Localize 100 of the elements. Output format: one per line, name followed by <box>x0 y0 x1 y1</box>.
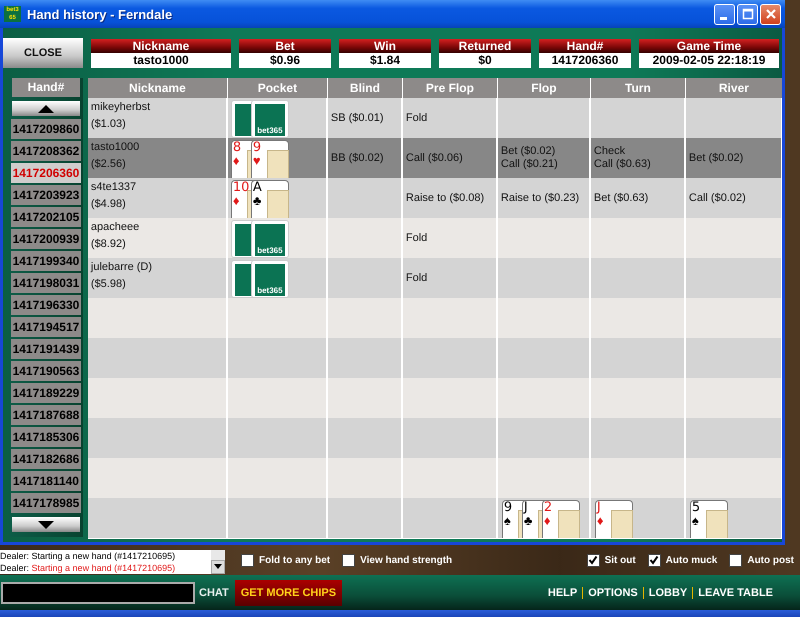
summary-value: 2009-02-05 22:18:19 <box>639 52 779 68</box>
card-back: bet365 <box>250 100 289 138</box>
card-rank: 2 <box>544 501 552 514</box>
triangle-down-icon <box>38 520 54 528</box>
summary-label: Game Time <box>639 38 779 52</box>
checkbox-option[interactable]: Auto muck <box>648 554 718 566</box>
minimize-icon <box>720 16 726 20</box>
player-name: julebarre (D) <box>90 261 154 274</box>
card-rank: 5 <box>692 501 700 514</box>
table-row[interactable]: julebarre (D) ($5.98) bet365 Fold <box>88 258 782 298</box>
hand-list-item[interactable]: 1417206360 <box>11 163 81 183</box>
summary-value: $0.96 <box>239 52 331 68</box>
card-suit: ♦ <box>232 154 240 168</box>
hand-list-item[interactable]: 1417194517 <box>11 317 81 337</box>
summary-label: Hand# <box>539 38 631 52</box>
table-cell-text: Fold <box>406 232 428 244</box>
summary-value: $1.84 <box>339 52 431 68</box>
table-cell-text: Raise to ($0.23) <box>500 192 580 204</box>
hand-list-item[interactable]: 1417202105 <box>11 207 81 227</box>
card-rank: 9 <box>504 501 512 514</box>
chat-message: Dealer: Starting a new hand (#1417210695) <box>0 550 176 562</box>
scroll-down-button[interactable] <box>211 560 225 574</box>
player-name: apacheee <box>90 221 140 234</box>
chat-input-field[interactable] <box>1 582 195 604</box>
close-icon <box>764 8 776 20</box>
player-stack: ($8.92) <box>90 238 127 251</box>
hand-list-item[interactable]: 1417187688 <box>11 405 81 425</box>
table-cell-text: Bet ($0.63) <box>594 192 650 204</box>
card-suit: ♣ <box>252 194 262 208</box>
table-row[interactable]: s4te1337 ($4.98) 10 ♦ A ♣ Raise to ($0.08) Raise to ($0.23) Bet ($0.63) Call ($0.02) <box>88 178 782 218</box>
hand-list-item[interactable]: 1417185306 <box>11 427 81 447</box>
table-row[interactable]: tasto1000 ($2.56) 8 ♦ 9 ♥ BB ($0.02) Call ($0.06) Bet ($0.02) Call ($0.21) Check Call ($0.63) Bet ($0.02) <box>88 138 782 178</box>
hand-list-item[interactable]: 1417200939 <box>11 229 81 249</box>
get-chips-button[interactable]: GET MORE CHIPS <box>234 580 342 606</box>
table-cell-text: Call ($0.21) <box>500 158 559 171</box>
card-rank: J <box>524 501 528 514</box>
table-cell-text: Check <box>594 145 626 158</box>
chat-message: Dealer: Starting a new hand (#1417210695) <box>0 562 176 574</box>
table-cell-text: SB ($0.01) <box>330 112 384 124</box>
card-back: bet365 <box>250 260 289 298</box>
player-stack: ($2.56) <box>90 158 127 171</box>
hand-list-item[interactable]: 1417191439 <box>11 339 81 359</box>
summary-value: $0 <box>439 52 531 68</box>
table-cell-text: Fold <box>406 272 428 284</box>
player-name: mikeyherbst <box>90 101 152 114</box>
card-suit: ♠ <box>504 514 511 528</box>
summary-label: Returned <box>439 38 531 52</box>
triangle-down-icon <box>214 564 222 569</box>
card-rank: 8 <box>232 141 242 154</box>
player-stack: ($4.98) <box>90 198 127 211</box>
hand-list-item[interactable]: 1417203923 <box>11 185 81 205</box>
checkbox-option[interactable]: Fold to any bet <box>241 554 330 566</box>
hand-list-item[interactable]: 1417190563 <box>11 361 81 381</box>
column-header: Hand# <box>12 78 80 97</box>
card-back: bet365 <box>250 220 289 258</box>
summary-value: tasto1000 <box>91 52 231 68</box>
footer-link[interactable]: LOBBY <box>642 586 692 598</box>
footer-link[interactable]: OPTIONS <box>582 586 643 598</box>
hand-list-item[interactable]: 1417181140 <box>11 471 81 491</box>
close-button[interactable] <box>760 4 781 24</box>
hand-list-item[interactable]: 1417208362 <box>11 141 81 161</box>
hand-list-item[interactable]: 1417182686 <box>11 449 81 469</box>
player-name: tasto1000 <box>90 141 140 154</box>
scroll-down-button[interactable] <box>12 517 80 532</box>
card-suit: ♠ <box>692 514 699 528</box>
window-title: Hand history - Ferndale <box>27 6 174 22</box>
card-rank: A <box>252 181 262 194</box>
summary-label: Nickname <box>91 38 231 52</box>
card-suit: ♦ <box>544 514 551 528</box>
checkbox-option[interactable]: Sit out <box>586 554 636 566</box>
player-stack: ($1.03) <box>90 118 127 131</box>
table-row[interactable]: mikeyherbst ($1.03) bet365 SB ($0.01) Fold <box>88 98 782 138</box>
checkbox-option[interactable]: View hand strength <box>342 554 452 566</box>
card-rank: 10 <box>232 181 250 194</box>
hand-list-item[interactable]: 1417189229 <box>11 383 81 403</box>
check-icon <box>588 555 598 565</box>
minimize-button[interactable] <box>714 4 735 24</box>
triangle-up-icon <box>38 104 54 112</box>
checkbox-option[interactable]: Auto post <box>729 554 794 566</box>
table-cell-text: Bet ($0.02) <box>500 145 556 158</box>
hand-list-item[interactable]: 1417198031 <box>11 273 81 293</box>
footer-link[interactable]: HELP <box>542 586 582 598</box>
summary-value: 1417206360 <box>539 52 631 68</box>
maximize-button[interactable] <box>737 4 758 24</box>
player-stack: ($5.98) <box>90 278 127 291</box>
hand-list-item[interactable]: 1417199340 <box>11 251 81 271</box>
player-name: s4te1337 <box>90 181 138 194</box>
table-cell-text: Call ($0.06) <box>406 152 464 164</box>
footer-link[interactable]: LEAVE TABLE <box>692 586 778 598</box>
table-cell-text: Call ($0.02) <box>688 192 747 204</box>
close-history-button[interactable]: CLOSE <box>3 38 83 68</box>
hand-list-item[interactable]: 1417209860 <box>11 119 81 139</box>
card-suit: ♣ <box>524 514 532 528</box>
hand-list-item[interactable]: 1417196330 <box>11 295 81 315</box>
hand-list-item[interactable]: 1417178985 <box>11 493 81 513</box>
table-cell-text: BB ($0.02) <box>330 152 384 164</box>
table-cell-text: Bet ($0.02) <box>688 152 744 164</box>
table-row[interactable]: apacheee ($8.92) bet365 Fold <box>88 218 782 258</box>
card-rank: J <box>596 501 601 514</box>
scroll-up-button[interactable] <box>12 101 80 116</box>
